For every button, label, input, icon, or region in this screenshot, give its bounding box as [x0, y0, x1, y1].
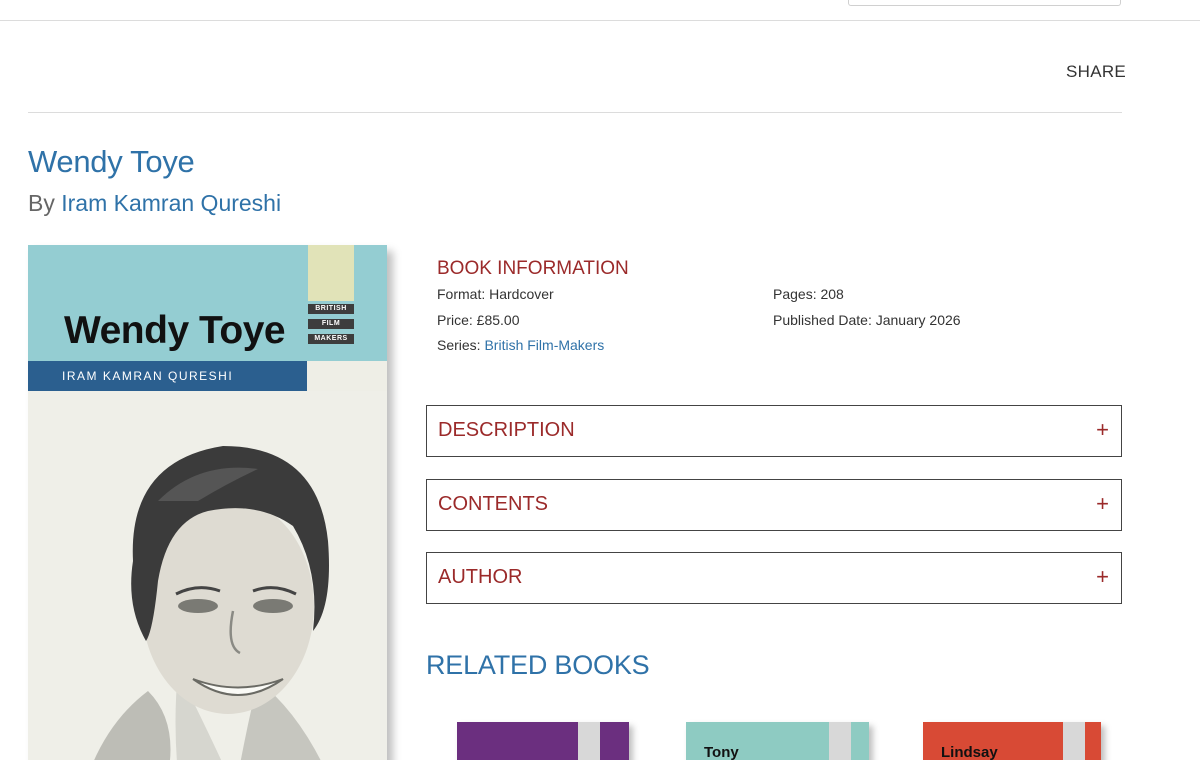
by-prefix: By [28, 190, 55, 216]
search-input[interactable] [848, 0, 1121, 6]
related-book-title: Lindsay [941, 744, 998, 760]
cover-strip [829, 722, 851, 760]
series-row: Series: British Film-Makers [437, 333, 604, 359]
pages-value: Pages: 208 [773, 286, 844, 302]
series-badge-line: BRITISH [308, 303, 354, 314]
plus-icon[interactable]: + [1096, 564, 1109, 590]
series-link[interactable]: British Film-Makers [484, 337, 604, 353]
published-date-value: Published Date: January 2026 [773, 311, 961, 328]
plus-icon[interactable]: + [1096, 491, 1109, 517]
price-value: Price: £85.00 [437, 311, 520, 328]
series-badge-line: MAKERS [308, 334, 354, 345]
series-label: Series: [437, 337, 481, 353]
series-badge-line: FILM [308, 318, 354, 329]
description-accordion[interactable]: DESCRIPTION + [426, 405, 1122, 457]
top-navigation-bar [0, 0, 1200, 21]
related-book-title: Tony [704, 744, 739, 760]
plus-icon[interactable]: + [1096, 417, 1109, 443]
byline: By Iram Kamran Qureshi [28, 190, 281, 217]
author-accordion-label: AUTHOR [438, 566, 523, 588]
book-info-left: Format: Hardcover Price: £85.00 Series: … [437, 282, 604, 359]
portrait-illustration [28, 391, 387, 760]
series-badge: BRITISH FILM MAKERS [308, 301, 354, 347]
related-books-heading: RELATED BOOKS [426, 650, 650, 680]
contents-accordion[interactable]: CONTENTS + [426, 479, 1122, 531]
format-value: Format: Hardcover [437, 286, 554, 302]
contents-accordion-label: CONTENTS [438, 493, 548, 515]
divider [28, 112, 1122, 113]
description-accordion-label: DESCRIPTION [438, 419, 575, 441]
book-title: Wendy Toye [28, 144, 195, 179]
cover-author: Iram Kamran Qureshi [28, 361, 307, 391]
book-info-right: Pages: 208 Published Date: January 2026 [773, 282, 961, 333]
related-book-cover[interactable]: Tony [686, 722, 869, 760]
cover-title: Wendy Toye [64, 309, 286, 352]
related-book-cover[interactable] [457, 722, 629, 760]
cover-tab [308, 245, 354, 301]
related-book-cover[interactable]: Lindsay [923, 722, 1101, 760]
author-accordion[interactable]: AUTHOR + [426, 552, 1122, 604]
author-link[interactable]: Iram Kamran Qureshi [61, 190, 281, 216]
book-information-heading: BOOK INFORMATION [437, 258, 629, 279]
book-cover-image: BRITISH FILM MAKERS Wendy Toye Iram Kamr… [28, 245, 387, 760]
cover-strip [578, 722, 600, 760]
cover-strip [1063, 722, 1085, 760]
share-button[interactable]: SHARE [1066, 62, 1126, 82]
